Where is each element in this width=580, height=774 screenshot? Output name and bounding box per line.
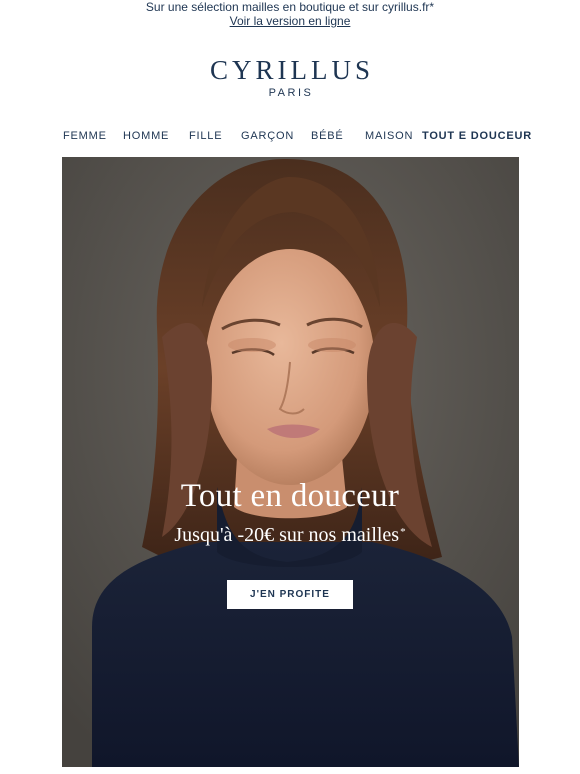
logo-wordmark: CYRILLUS xyxy=(209,55,374,85)
preheader-text: Sur une sélection mailles en boutique et… xyxy=(145,0,435,14)
preheader: Sur une sélection mailles en boutique et… xyxy=(0,0,580,28)
nav-item-maison[interactable]: MAISON xyxy=(365,129,413,143)
hero-asterisk: * xyxy=(400,526,406,538)
nav-item-femme[interactable]: FEMME xyxy=(63,129,107,143)
hero-subtitle-text: Jusqu'à -20€ sur nos mailles xyxy=(174,524,400,546)
brand-logo[interactable]: CYRILLUS PARIS xyxy=(0,56,580,99)
hero-title: Tout en douceur xyxy=(180,478,400,514)
nav-item-fille[interactable]: FILLE xyxy=(189,129,222,143)
category-nav: FEMME HOMME FILLE GARÇON BÉBÉ MAISON TOU… xyxy=(0,129,580,143)
shop-now-button[interactable]: J'EN PROFITE xyxy=(227,580,353,609)
nav-item-bebe[interactable]: BÉBÉ xyxy=(311,129,344,143)
logo-city: PARIS xyxy=(268,87,314,99)
hero-subtitle: Jusqu'à -20€ sur nos mailles* xyxy=(0,522,580,548)
view-online-link[interactable]: Voir la version en ligne xyxy=(230,14,351,28)
nav-item-tout-en-douceur[interactable]: TOUT E DOUCEUR xyxy=(422,129,532,143)
hero-photo xyxy=(62,157,519,767)
hero-banner[interactable] xyxy=(62,157,519,767)
nav-item-garcon[interactable]: GARÇON xyxy=(241,129,294,143)
nav-item-homme[interactable]: HOMME xyxy=(123,129,169,143)
